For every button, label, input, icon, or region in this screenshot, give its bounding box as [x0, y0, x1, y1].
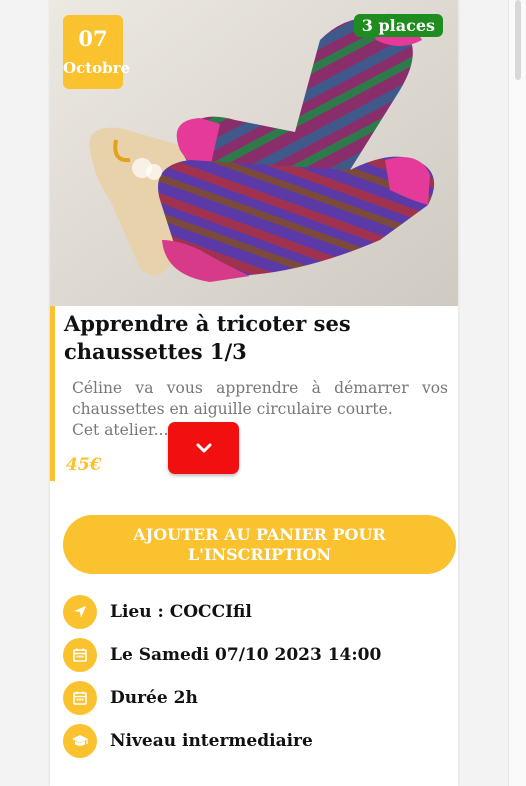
- info-level: Niveau intermediaire: [63, 724, 313, 758]
- places-badge: 3 places: [353, 14, 443, 37]
- add-to-cart-label: AJOUTER AU PANIER POUR L'INSCRIPTION: [133, 524, 386, 564]
- location-text: Lieu : COCCIfil: [110, 602, 252, 622]
- add-to-cart-button[interactable]: AJOUTER AU PANIER POUR L'INSCRIPTION: [63, 515, 456, 574]
- date-day: 07: [78, 26, 108, 51]
- workshop-summary: Apprendre à tricoter ses chaussettes 1/3…: [50, 306, 458, 481]
- workshop-description: Céline va vous apprendre à démarrer vos …: [72, 378, 448, 441]
- workshop-title: Apprendre à tricoter ses chaussettes 1/3: [64, 311, 351, 364]
- datetime-text: Le Samedi 07/10 2023 14:00: [110, 645, 382, 665]
- info-duration: Durée 2h: [63, 681, 198, 715]
- date-month: Octobre: [63, 59, 131, 77]
- scrollbar-thumb[interactable]: [515, 0, 521, 80]
- workshop-price: 45€: [66, 455, 102, 475]
- info-location: Lieu : COCCIfil: [63, 595, 252, 629]
- workshop-card: 07 Octobre 3 places Apprendre à tricoter…: [50, 0, 458, 786]
- page-scrollbar[interactable]: [508, 0, 526, 786]
- date-badge: 07 Octobre: [63, 15, 131, 89]
- info-datetime: Le Samedi 07/10 2023 14:00: [63, 638, 381, 672]
- chevron-down-icon: [196, 443, 211, 453]
- description-truncated: Cet atelier...: [72, 421, 169, 439]
- workshop-photo: 07 Octobre 3 places: [50, 0, 458, 306]
- calendar-icon: [63, 681, 97, 715]
- graduation-cap-icon: [63, 724, 97, 758]
- duration-text: Durée 2h: [110, 688, 198, 708]
- level-text: Niveau intermediaire: [110, 731, 313, 751]
- location-arrow-icon: [63, 595, 97, 629]
- expand-description-button[interactable]: [168, 422, 239, 474]
- description-text: Céline va vous apprendre à démarrer vos …: [72, 379, 448, 418]
- calendar-icon: [63, 638, 97, 672]
